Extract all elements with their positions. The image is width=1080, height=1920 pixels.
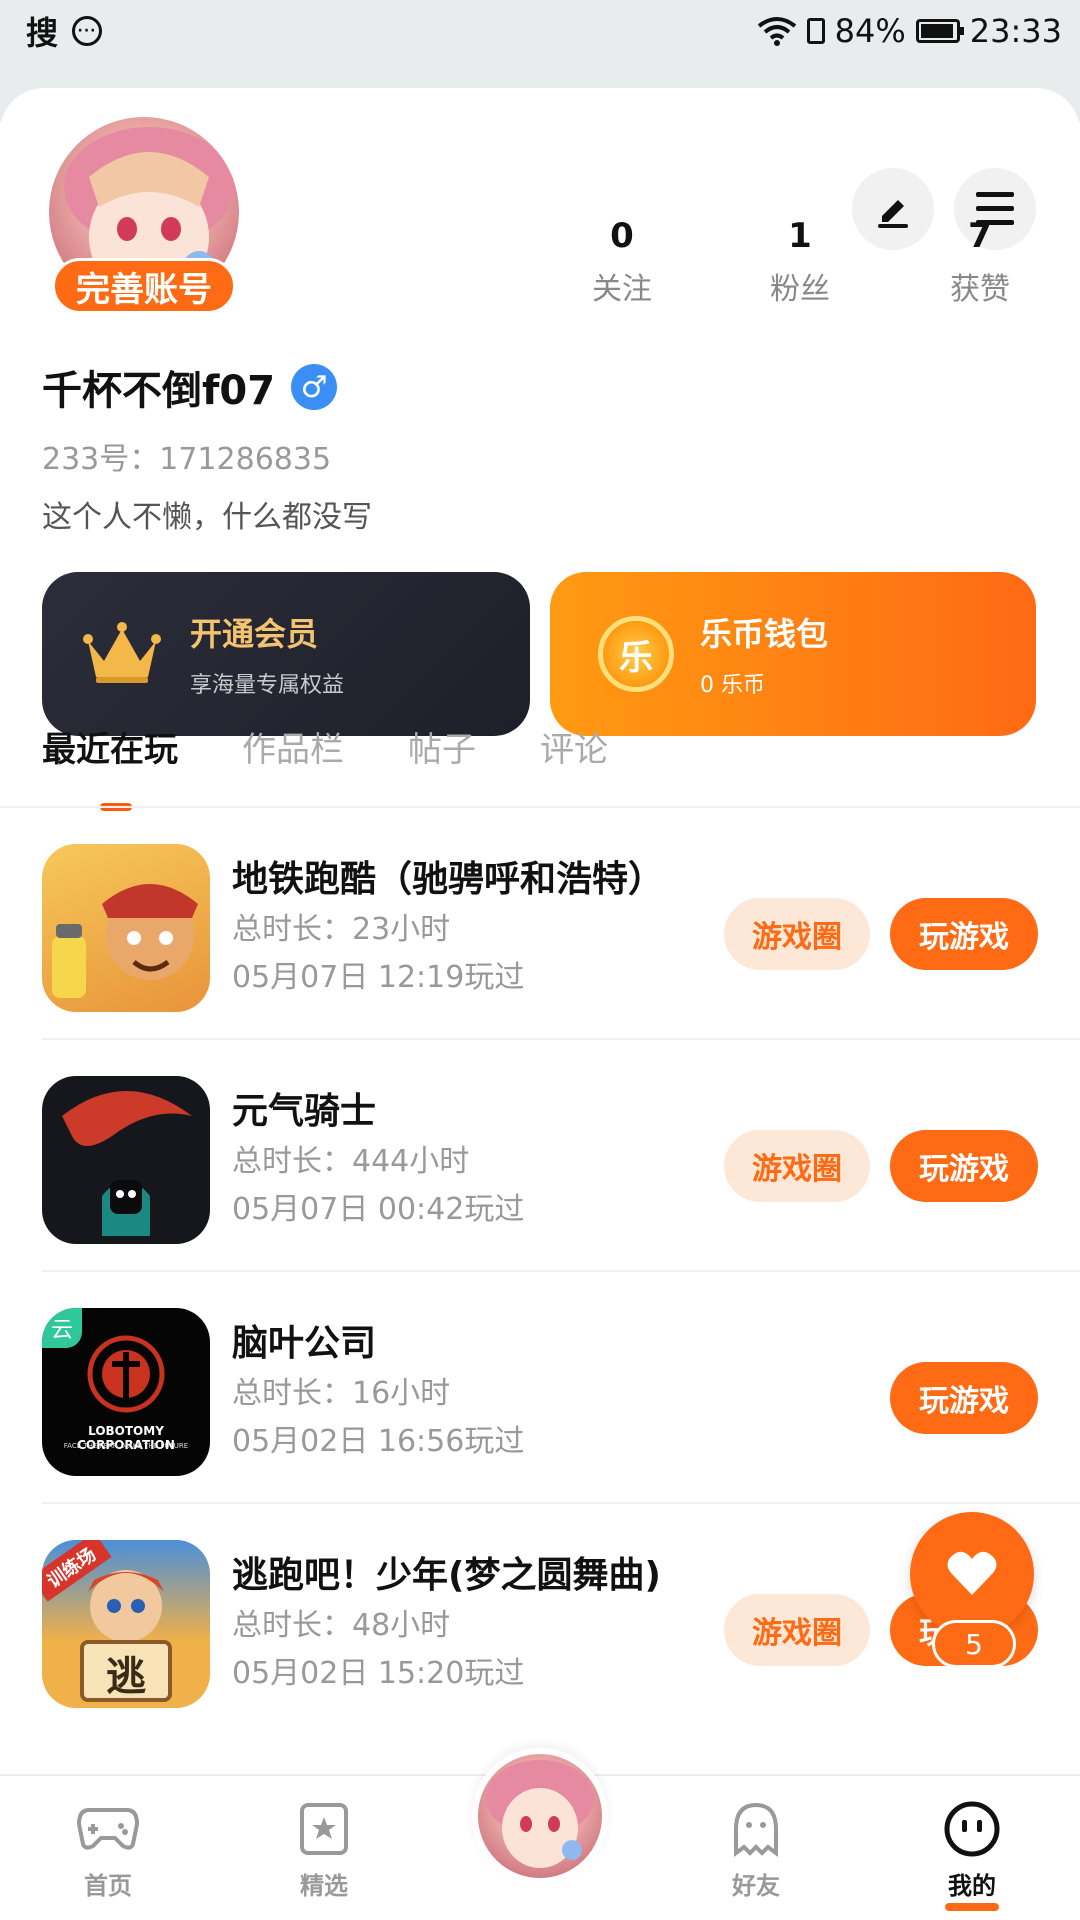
profile-tabs: 最近在玩 作品栏 帖子 评论 (42, 722, 608, 811)
play-game-button[interactable]: 玩游戏 (890, 1130, 1038, 1202)
game-duration: 总时长：48小时 (232, 1608, 451, 1643)
game-title: 地铁跑酷（驰骋呼和浩特） (232, 859, 665, 900)
stat-label: 粉丝 (770, 272, 830, 307)
tab-recent-played[interactable]: 最近在玩 (42, 722, 178, 811)
smiley-icon (944, 1801, 1000, 1857)
game-last-played: 05月02日 15:20玩过 (232, 1656, 525, 1691)
game-icon-subway-surfers (42, 844, 210, 1012)
game-title: 元气骑士 (232, 1091, 377, 1132)
stat-followers[interactable]: 1 粉丝 (730, 216, 870, 308)
nav-friends[interactable]: 好友 (696, 1798, 816, 1901)
gamepad-icon (77, 1808, 139, 1850)
heart-icon (947, 1551, 997, 1595)
nav-mine[interactable]: 我的 (912, 1798, 1032, 1911)
game-last-played: 05月07日 12:19玩过 (232, 960, 525, 995)
game-row[interactable]: 训练场 逃 逃跑吧！少年(梦之圆舞曲) 总时长：48小时 05月02日 15:2… (0, 1504, 1080, 1736)
vip-card[interactable]: 开通会员 享海量专属权益 (42, 572, 530, 736)
game-icon-run-boy: 训练场 逃 (42, 1540, 210, 1708)
tab-works[interactable]: 作品栏 (242, 722, 344, 771)
stat-following[interactable]: 0 关注 (552, 216, 692, 308)
battery-percent: 84% (834, 12, 906, 50)
stat-label: 获赞 (950, 272, 1010, 307)
game-last-played: 05月07日 00:42玩过 (232, 1192, 525, 1227)
game-row[interactable]: 地铁跑酷（驰骋呼和浩特） 总时长：23小时 05月07日 12:19玩过 游戏圈… (0, 808, 1080, 1040)
nav-label: 我的 (948, 1872, 996, 1900)
game-logo-text: 逃 (106, 1654, 146, 1700)
game-circle-button[interactable]: 游戏圈 (724, 898, 870, 970)
nav-label: 精选 (300, 1872, 348, 1900)
username: 千杯不倒f07 ♂ (42, 358, 338, 416)
game-icon-soul-knight (42, 1076, 210, 1244)
status-bar: 搜 ··· 84% 23:33 (0, 0, 1080, 62)
coin-icon: 乐 (598, 616, 674, 692)
stat-value: 0 (610, 216, 634, 256)
game-art (52, 884, 198, 998)
battery-icon (915, 19, 964, 43)
wallet-card[interactable]: 乐 乐币钱包 0 乐币 (550, 572, 1036, 736)
star-card-icon (300, 1803, 348, 1855)
game-title: 逃跑吧！少年(梦之圆舞曲) (232, 1555, 661, 1596)
wallet-title: 乐币钱包 (700, 615, 829, 653)
game-title: 脑叶公司 (232, 1323, 377, 1364)
nav-home[interactable]: 首页 (48, 1798, 168, 1901)
game-row[interactable]: 云 LOBOTOMY CORPORATION FACE THE FEAR, MA… (0, 1272, 1080, 1504)
stat-label: 关注 (592, 272, 652, 307)
nav-featured[interactable]: 精选 (264, 1798, 384, 1901)
male-icon: ♂ (291, 364, 338, 410)
more-dots-icon: ··· (72, 16, 103, 46)
stat-value: 7 (968, 216, 992, 256)
nav-label: 首页 (84, 1872, 132, 1900)
bio: 这个人不懒，什么都没写 (42, 500, 372, 535)
search-shortcut-icon: 搜 (26, 14, 59, 52)
play-game-button[interactable]: 玩游戏 (890, 1362, 1038, 1434)
game-last-played: 05月02日 16:56玩过 (232, 1424, 525, 1459)
vip-title: 开通会员 (190, 615, 319, 653)
nav-label: 好友 (732, 1872, 780, 1900)
center-avatar-button[interactable] (472, 1748, 608, 1884)
ghost-icon (734, 1802, 778, 1857)
game-icon-lobotomy-corporation: 云 LOBOTOMY CORPORATION FACE THE FEAR, MA… (42, 1308, 210, 1476)
game-duration: 总时长：16小时 (232, 1376, 451, 1411)
stat-likes[interactable]: 7 获赞 (910, 216, 1050, 308)
play-game-button[interactable]: 玩游戏 (890, 898, 1038, 970)
clock: 23:33 (969, 12, 1062, 50)
vip-subtitle: 享海量专属权益 (190, 673, 345, 698)
tab-posts[interactable]: 帖子 (408, 722, 476, 771)
game-art (62, 1091, 192, 1236)
game-row[interactable]: 元气骑士 总时长：444小时 05月07日 00:42玩过 游戏圈 玩游戏 (0, 1040, 1080, 1272)
pencil-icon (878, 200, 908, 228)
game-duration: 总时长：444小时 (232, 1144, 470, 1179)
game-duration: 总时长：23小时 (232, 912, 451, 947)
like-button[interactable] (910, 1512, 1034, 1636)
wallet-balance: 0 乐币 (700, 673, 765, 698)
tab-comments[interactable]: 评论 (540, 722, 608, 771)
user-id: 233号：171286835 (42, 442, 332, 477)
complete-account-button[interactable]: 完善账号 (52, 258, 236, 314)
game-circle-button[interactable]: 游戏圈 (724, 1130, 870, 1202)
avatar-illustration (486, 1760, 594, 1868)
username-text: 千杯不倒f07 (42, 368, 276, 414)
stat-value: 1 (788, 216, 812, 256)
cloud-badge: 云 (42, 1308, 82, 1348)
sim-icon (806, 18, 825, 44)
crown-icon (83, 622, 161, 683)
game-logo-subtext: FACE THE FEAR, MAKE THE FUTURE (63, 1442, 189, 1450)
wifi-icon (757, 17, 796, 46)
game-circle-button[interactable]: 游戏圈 (724, 1594, 870, 1666)
like-count: 5 (932, 1620, 1016, 1668)
